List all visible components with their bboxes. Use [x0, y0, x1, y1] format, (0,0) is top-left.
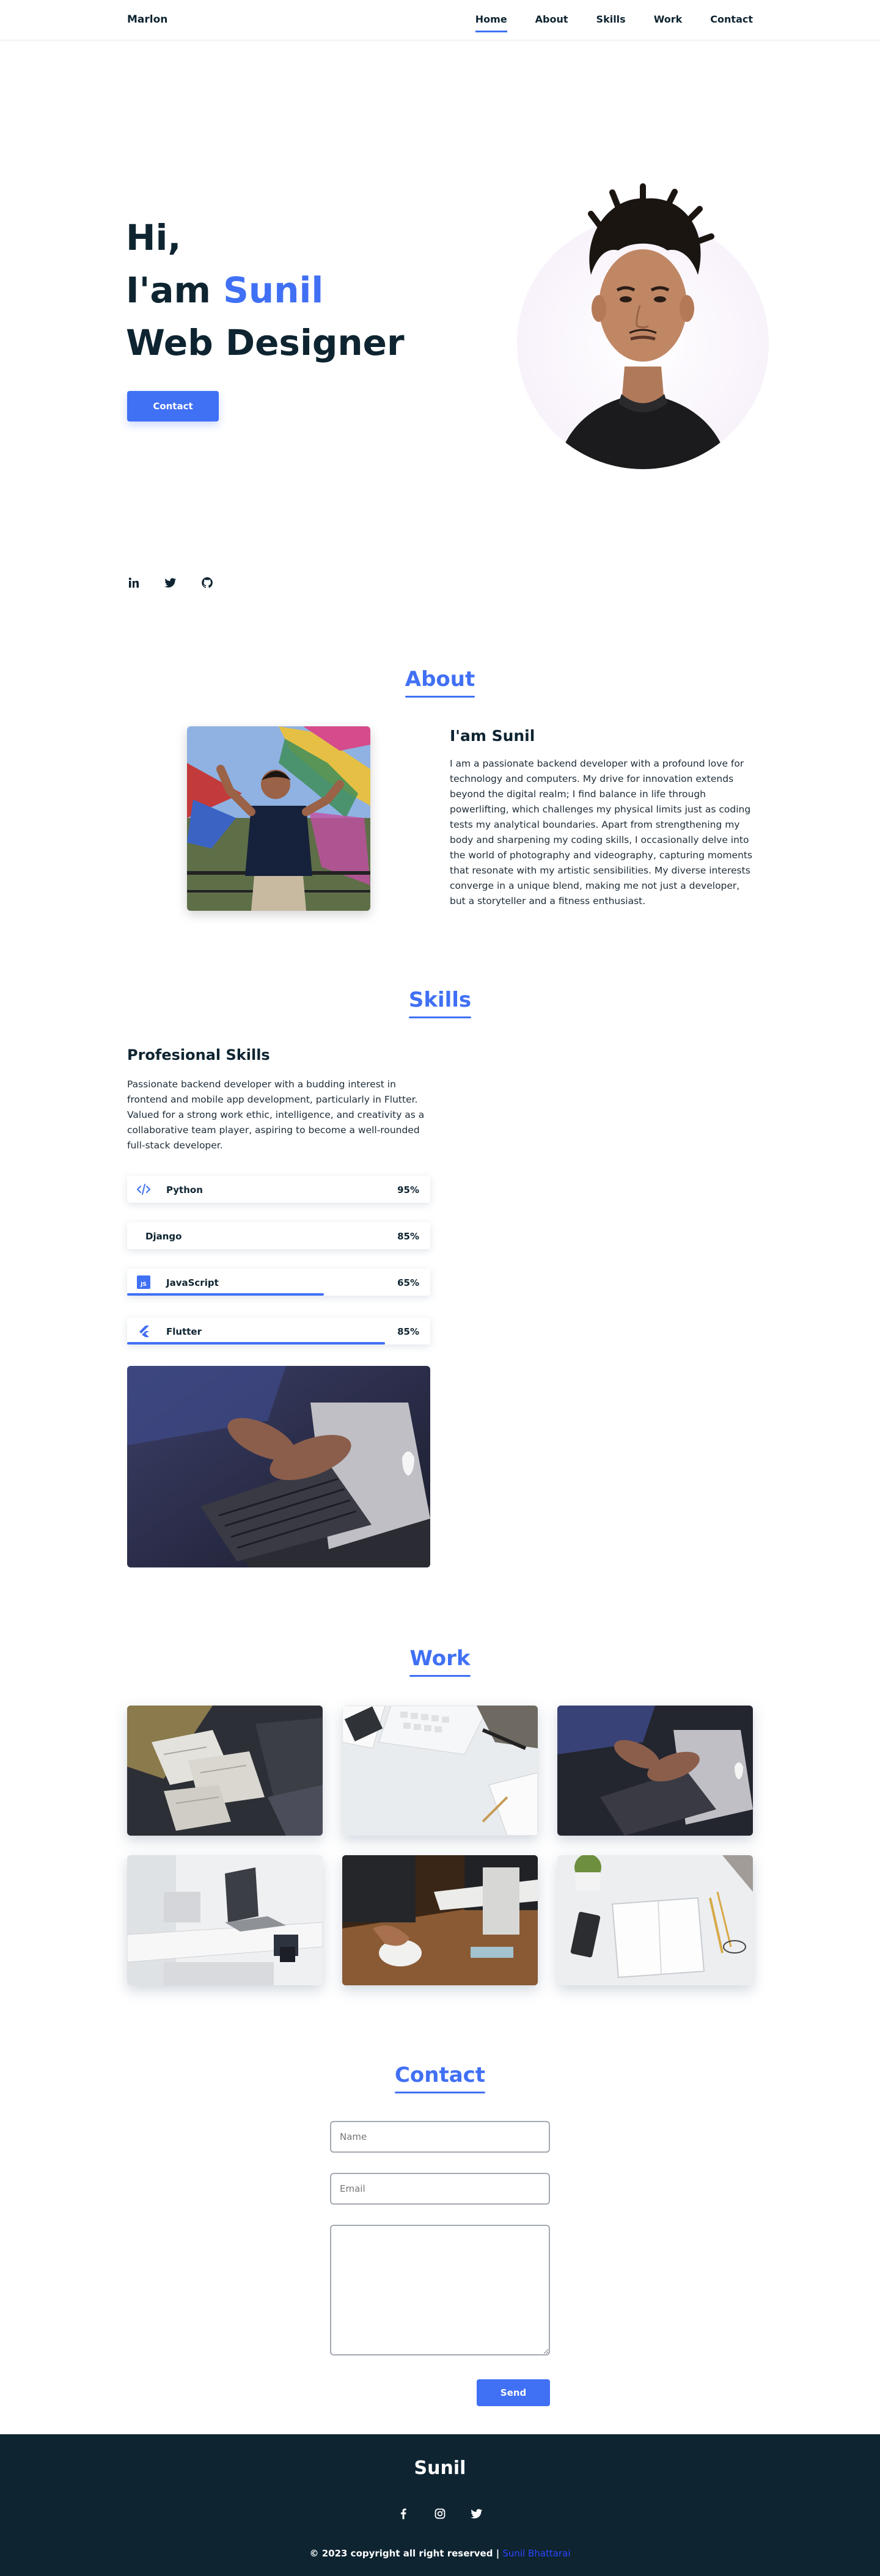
site-header: Marlon Home About Skills Work Contact [0, 0, 880, 40]
nav-skills[interactable]: Skills [596, 13, 626, 25]
work-gallery [127, 1706, 753, 1985]
contact-section-title: Contact [394, 2063, 486, 2087]
nav-contact[interactable]: Contact [710, 13, 753, 25]
main-nav: Home About Skills Work Contact [475, 13, 753, 32]
footer-name: Sunil [414, 2457, 466, 2479]
skill-django: Django 85% [127, 1222, 430, 1249]
skill-percent: 85% [397, 1231, 419, 1242]
about-photo [187, 726, 370, 911]
message-field[interactable] [330, 2225, 550, 2355]
work-item-mouse-desk[interactable] [342, 1855, 538, 1985]
work-item-laptop-typing[interactable] [557, 1706, 753, 1836]
nav-about[interactable]: About [535, 13, 568, 25]
hero-name: Sunil [223, 269, 324, 311]
skill-progress-bar [127, 1342, 385, 1345]
hero-role: Web Designer [126, 322, 405, 363]
skill-progress-bar [127, 1293, 324, 1296]
about-description: I am a passionate backend developer with… [450, 758, 753, 907]
work-item-sketches[interactable] [127, 1706, 323, 1836]
site-footer: Sunil © 2023 copyright all right reserve… [0, 2434, 880, 2576]
skill-name: Python [166, 1184, 203, 1195]
work-item-desk-keyboard[interactable] [342, 1706, 538, 1836]
hero-portrait [515, 183, 771, 469]
hero-greeting: Hi, [126, 217, 182, 258]
copyright-link[interactable]: Sunil Bhattarai [502, 2548, 570, 2559]
hero-intro: I'am Sunil [126, 264, 405, 316]
skill-python: Python 95% [127, 1176, 430, 1203]
instagram-icon[interactable] [434, 2508, 446, 2520]
about-section-title: About [405, 667, 475, 691]
send-button[interactable]: Send [477, 2379, 550, 2406]
skill-percent: 85% [397, 1326, 419, 1337]
skill-name: JavaScript [166, 1277, 219, 1288]
skill-percent: 65% [397, 1277, 419, 1288]
flutter-icon [137, 1324, 150, 1338]
skills-heading: Profesional Skills [127, 1046, 270, 1064]
name-field[interactable] [330, 2121, 550, 2153]
hero-title: Hi, I'am Sunil Web Designer [126, 211, 405, 369]
skills-section-title: Skills [408, 988, 472, 1012]
skill-percent: 95% [397, 1184, 419, 1195]
email-field[interactable] [330, 2173, 550, 2205]
skill-name: Django [145, 1231, 182, 1242]
linkedin-icon[interactable] [127, 576, 141, 589]
skill-flutter: Flutter 85% [127, 1318, 430, 1345]
twitter-icon[interactable] [164, 576, 177, 589]
javascript-icon: JS [137, 1275, 150, 1289]
about-heading: I'am Sunil [450, 727, 535, 745]
nav-home[interactable]: Home [475, 13, 507, 32]
skills-laptop-image [127, 1366, 430, 1567]
hero-contact-button[interactable]: Contact [127, 391, 219, 421]
skill-javascript: JS JavaScript 65% [127, 1269, 430, 1296]
skills-description: Passionate backend developer with a budd… [127, 1079, 425, 1151]
skill-name: Flutter [166, 1326, 202, 1337]
hero-socials [127, 576, 214, 589]
work-item-notebook-desk[interactable] [557, 1855, 753, 1985]
copyright-text: © 2023 copyright all right reserved | [309, 2548, 500, 2559]
github-icon[interactable] [200, 576, 214, 589]
footer-socials [0, 2508, 880, 2520]
site-logo[interactable]: Marlon [127, 13, 167, 26]
work-item-office-desk[interactable] [127, 1855, 323, 1985]
svg-text:JS: JS [140, 1282, 147, 1288]
copyright: © 2023 copyright all right reserved | Su… [0, 2548, 880, 2559]
nav-work[interactable]: Work [654, 13, 683, 25]
code-icon [137, 1183, 150, 1196]
facebook-icon[interactable] [397, 2508, 409, 2520]
work-section-title: Work [409, 1646, 471, 1671]
hero-intro-prefix: I'am [126, 269, 211, 311]
twitter-icon[interactable] [471, 2508, 483, 2520]
